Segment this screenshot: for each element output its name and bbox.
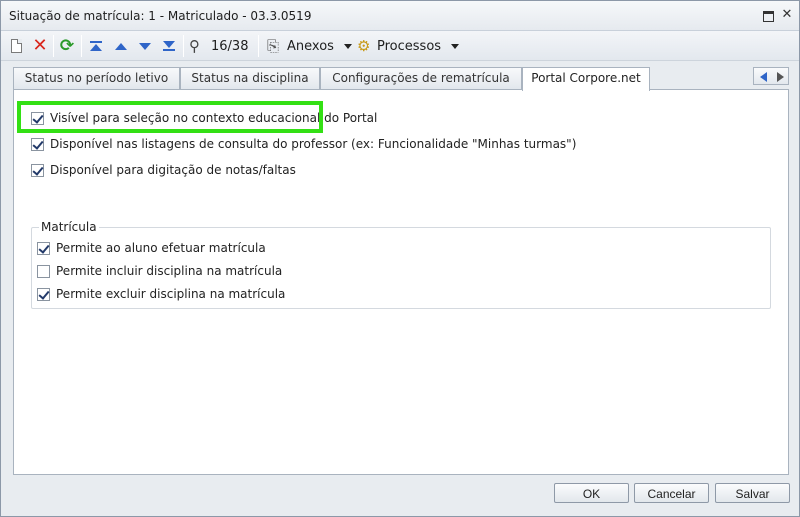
title-bar: Situação de matrícula: 1 - Matriculado -… xyxy=(1,1,799,31)
checkbox-include-discipline[interactable] xyxy=(37,264,50,278)
next-record-button[interactable] xyxy=(138,36,152,56)
toolbar-separator xyxy=(183,35,184,57)
option-student-enroll[interactable]: Permite ao aluno efetuar matrícula xyxy=(37,241,266,255)
attachments-label: Anexos xyxy=(287,38,334,54)
checkbox-grades-entry[interactable] xyxy=(31,163,44,177)
option-label: Disponível para digitação de notas/falta… xyxy=(50,163,296,177)
attachments-icon: ⎘ xyxy=(267,37,280,55)
last-record-icon xyxy=(162,38,176,54)
cancel-button[interactable]: Cancelar xyxy=(634,483,709,503)
new-button[interactable] xyxy=(9,36,22,56)
chevron-down-icon xyxy=(343,43,352,49)
toolbar-separator xyxy=(53,35,54,57)
toolbar-separator xyxy=(258,35,259,57)
tab-label: Portal Corpore.net xyxy=(531,71,641,85)
find-icon: ⚲ xyxy=(189,37,200,55)
processes-label: Processos xyxy=(377,38,442,54)
refresh-button[interactable]: ⟳ xyxy=(59,36,75,56)
option-label: Permite incluir disciplina na matrícula xyxy=(56,264,283,278)
next-record-icon xyxy=(138,38,152,54)
tab-label: Status na disciplina xyxy=(191,71,309,85)
find-button[interactable]: ⚲ 16/38 xyxy=(189,36,248,56)
delete-button[interactable]: ✕ xyxy=(32,36,48,56)
toolbar-separator xyxy=(81,35,82,57)
processes-icon: ⚙ xyxy=(357,37,371,55)
ok-button[interactable]: OK xyxy=(554,483,629,503)
tab-configuracoes-rematricula[interactable]: Configurações de rematrícula xyxy=(320,67,522,89)
tab-label: Configurações de rematrícula xyxy=(332,71,510,85)
tab-status-disciplina[interactable]: Status na disciplina xyxy=(180,67,320,89)
window-title: Situação de matrícula: 1 - Matriculado -… xyxy=(9,9,312,23)
dialog-footer: OK Cancelar Salvar xyxy=(1,477,799,517)
tab-scroll-arrows xyxy=(753,67,789,85)
chevron-down-icon xyxy=(451,43,460,49)
first-record-button[interactable] xyxy=(89,36,103,56)
maximize-icon[interactable] xyxy=(761,8,775,22)
checkbox-student-enroll[interactable] xyxy=(37,241,50,255)
matricula-group-legend: Matrícula xyxy=(39,220,99,234)
checkbox-exclude-discipline[interactable] xyxy=(37,287,50,301)
highlight-box xyxy=(17,101,323,133)
processes-menu[interactable]: ⚙ Processos xyxy=(357,36,460,56)
attachments-menu[interactable]: ⎘ Anexos xyxy=(267,36,352,56)
close-icon[interactable]: ✕ xyxy=(780,8,794,22)
record-counter: 16/38 xyxy=(211,38,249,54)
refresh-icon: ⟳ xyxy=(59,36,75,56)
dialog-window: Situação de matrícula: 1 - Matriculado -… xyxy=(0,0,800,517)
save-button[interactable]: Salvar xyxy=(715,483,790,503)
option-label: Permite excluir disciplina na matrícula xyxy=(56,287,286,301)
tab-scroll-left-icon[interactable] xyxy=(760,72,767,82)
toolbar: ✕ ⟳ ⚲ 16/38 ⎘ Anexos ⚙ Processos xyxy=(1,31,799,61)
new-icon xyxy=(11,39,22,53)
previous-record-button[interactable] xyxy=(114,36,128,56)
tab-scroll-right-icon[interactable] xyxy=(777,72,784,82)
option-include-discipline[interactable]: Permite incluir disciplina na matrícula xyxy=(37,264,282,278)
previous-record-icon xyxy=(114,38,128,54)
tab-status-periodo-letivo[interactable]: Status no período letivo xyxy=(13,67,180,89)
checkbox-professor-listings[interactable] xyxy=(31,137,44,151)
option-label: Permite ao aluno efetuar matrícula xyxy=(56,241,266,255)
option-professor-listings[interactable]: Disponível nas listagens de consulta do … xyxy=(31,137,576,151)
last-record-button[interactable] xyxy=(162,36,176,56)
option-exclude-discipline[interactable]: Permite excluir disciplina na matrícula xyxy=(37,287,285,301)
tab-label: Status no período letivo xyxy=(24,71,169,85)
tab-portal-corpore[interactable]: Portal Corpore.net xyxy=(522,67,650,91)
delete-icon: ✕ xyxy=(32,35,48,56)
option-label: Disponível nas listagens de consulta do … xyxy=(50,137,577,151)
option-grades-entry[interactable]: Disponível para digitação de notas/falta… xyxy=(31,163,296,177)
first-record-icon xyxy=(89,38,103,54)
